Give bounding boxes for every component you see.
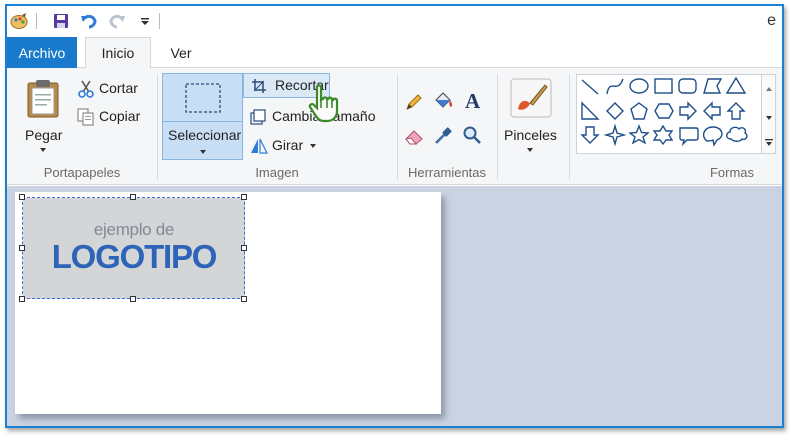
redo-icon[interactable] — [108, 12, 126, 30]
cut-label: Cortar — [99, 80, 138, 96]
down-arrow-shape-icon[interactable] — [580, 126, 600, 144]
save-icon[interactable] — [52, 12, 70, 30]
canvas-workspace: ejemplo de LOGOTIPO — [7, 186, 782, 426]
selection-rectangle[interactable] — [22, 197, 245, 299]
paste-dropdown-arrow — [40, 148, 46, 152]
selection-handle[interactable] — [19, 245, 25, 251]
cloud-callout-shape-icon[interactable] — [726, 126, 748, 142]
paint-window: e Archivo Inicio Ver Pegar Cortar Copiar… — [5, 4, 784, 428]
selection-handle[interactable] — [130, 296, 136, 302]
brush-icon — [510, 78, 552, 118]
select-button-upper — [163, 74, 242, 122]
brushes-dropdown-arrow — [527, 148, 533, 152]
up-arrow-shape-icon[interactable] — [726, 102, 746, 120]
tab-home[interactable]: Inicio — [85, 37, 151, 69]
select-button[interactable]: Seleccionar — [162, 73, 243, 160]
polygon-shape-icon[interactable] — [703, 78, 723, 94]
qat-separator — [159, 13, 160, 29]
group-separator — [497, 74, 498, 180]
selection-handle[interactable] — [130, 194, 136, 200]
copy-icon — [77, 108, 94, 126]
brushes-label: Pinceles — [504, 127, 557, 143]
ribbon-tab-bar: Archivo Inicio Ver — [7, 36, 782, 69]
curve-shape-icon[interactable] — [606, 78, 624, 95]
text-tool-icon[interactable]: A — [463, 90, 483, 112]
four-point-star-shape-icon[interactable] — [603, 123, 627, 147]
rotate-label: Girar — [272, 137, 304, 153]
tools-group-label: Herramientas — [407, 165, 487, 180]
six-point-star-shape-icon[interactable] — [652, 124, 674, 146]
rectangle-shape-icon[interactable] — [654, 78, 673, 94]
ribbon: Pegar Cortar Copiar Portapapeles Selecci… — [7, 68, 782, 185]
shapes-grid — [580, 76, 748, 147]
svg-text:A: A — [465, 90, 481, 112]
scroll-up-icon[interactable] — [766, 87, 772, 91]
left-arrow-shape-icon[interactable] — [703, 101, 721, 121]
expand-gallery-icon[interactable] — [765, 139, 773, 141]
copy-label: Copiar — [99, 108, 141, 124]
rotate-icon — [251, 138, 268, 154]
paint-app-icon[interactable] — [10, 12, 28, 30]
rounded-callout-shape-icon[interactable] — [679, 127, 699, 147]
scroll-arrows — [765, 87, 773, 146]
shapes-scrollbar[interactable] — [762, 74, 776, 154]
magnifier-icon[interactable] — [462, 125, 482, 145]
five-point-star-shape-icon[interactable] — [628, 124, 650, 145]
eraser-icon[interactable] — [405, 127, 425, 145]
shapes-gallery — [576, 74, 762, 154]
select-dropdown-arrow — [200, 150, 206, 154]
tab-view[interactable]: Ver — [157, 37, 205, 69]
fill-bucket-icon[interactable] — [432, 90, 454, 112]
paste-label: Pegar — [25, 127, 63, 143]
pencil-icon[interactable] — [405, 93, 423, 111]
hexagon-shape-icon[interactable] — [654, 103, 674, 119]
clipboard-icon — [27, 80, 59, 118]
quick-access-toolbar: e — [7, 6, 782, 36]
image-group-label: Imagen — [255, 165, 299, 180]
selection-handle[interactable] — [241, 296, 247, 302]
undo-icon[interactable] — [80, 12, 98, 30]
diamond-shape-icon[interactable] — [606, 102, 624, 120]
select-label: Seleccionar — [168, 127, 242, 143]
oval-shape-icon[interactable] — [629, 78, 649, 94]
right-arrow-shape-icon[interactable] — [679, 101, 697, 121]
selection-handle[interactable] — [241, 194, 247, 200]
clipboard-group-label: Portapapeles — [43, 165, 121, 180]
selection-handle[interactable] — [19, 194, 25, 200]
tab-file[interactable]: Archivo — [7, 37, 77, 68]
rotate-dropdown-arrow — [310, 144, 316, 148]
drawing-canvas[interactable]: ejemplo de LOGOTIPO — [15, 192, 441, 414]
selection-handle[interactable] — [241, 245, 247, 251]
customize-qat-icon[interactable] — [136, 12, 154, 30]
window-title: e — [767, 12, 776, 29]
selection-handle[interactable] — [19, 296, 25, 302]
color-picker-icon[interactable] — [433, 125, 453, 145]
scroll-down-icon[interactable] — [766, 116, 772, 120]
resize-icon — [250, 109, 266, 125]
shapes-group-label: Formas — [709, 165, 755, 180]
rounded-rectangle-shape-icon[interactable] — [678, 78, 697, 94]
oval-callout-shape-icon[interactable] — [702, 126, 723, 147]
group-separator — [569, 74, 570, 180]
right-triangle-shape-icon[interactable] — [581, 101, 600, 120]
pentagon-shape-icon[interactable] — [630, 102, 648, 120]
line-shape-icon[interactable] — [581, 79, 599, 95]
hand-cursor-icon — [308, 84, 339, 123]
scissors-icon — [78, 80, 94, 98]
qat-separator — [36, 13, 37, 29]
triangle-shape-icon[interactable] — [725, 76, 747, 94]
selection-rectangle-icon — [185, 83, 221, 113]
crop-icon — [252, 79, 266, 93]
